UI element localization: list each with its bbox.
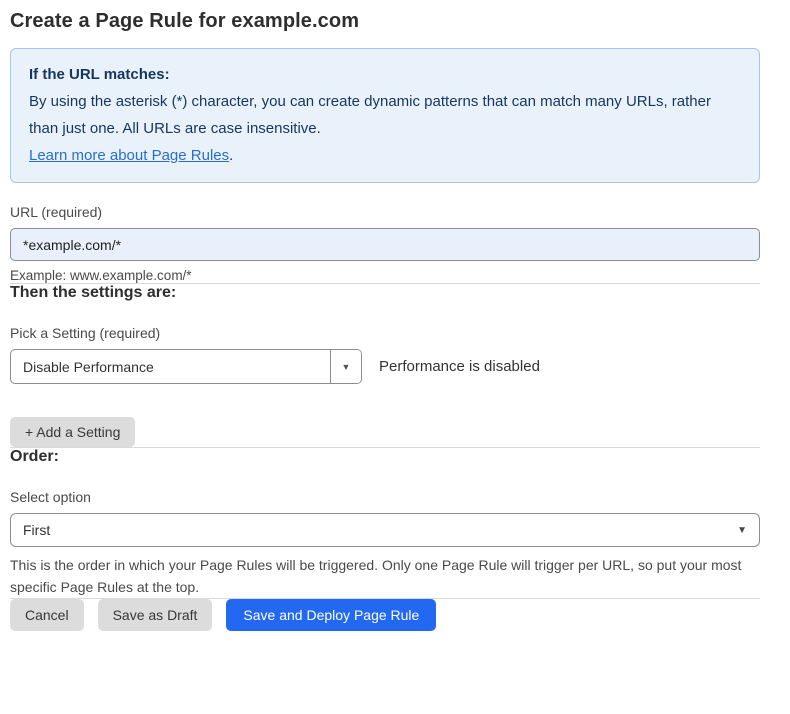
order-select-value: First [23, 522, 737, 538]
cancel-button[interactable]: Cancel [10, 599, 84, 631]
footer-actions: Cancel Save as Draft Save and Deploy Pag… [10, 599, 760, 631]
url-input[interactable] [10, 228, 760, 261]
order-select[interactable]: First ▼ [10, 513, 760, 547]
create-page-rule-form: Create a Page Rule for example.com If th… [10, 0, 760, 631]
url-example-helper: Example: www.example.com/* [10, 268, 760, 283]
info-box-body: By using the asterisk (*) character, you… [29, 88, 741, 142]
chevron-down-icon[interactable]: ▼ [330, 350, 361, 383]
add-setting-button[interactable]: + Add a Setting [10, 417, 135, 447]
page-title: Create a Page Rule for example.com [10, 10, 760, 33]
order-select-label: Select option [10, 489, 760, 505]
save-draft-button[interactable]: Save as Draft [98, 599, 213, 631]
save-deploy-button[interactable]: Save and Deploy Page Rule [226, 599, 436, 631]
url-match-info-box: If the URL matches: By using the asteris… [10, 48, 760, 183]
order-section-heading: Order: [10, 448, 760, 466]
setting-row: Disable Performance ▼ Performance is dis… [10, 349, 760, 384]
link-suffix: . [229, 147, 233, 164]
info-box-heading: If the URL matches: [29, 61, 741, 88]
chevron-down-icon: ▼ [737, 525, 747, 536]
settings-section-heading: Then the settings are: [10, 284, 760, 302]
info-box-link-line: Learn more about Page Rules. [29, 142, 741, 169]
learn-more-link[interactable]: Learn more about Page Rules [29, 147, 229, 164]
setting-select[interactable]: Disable Performance ▼ [10, 349, 362, 384]
url-label: URL (required) [10, 204, 760, 220]
pick-setting-label: Pick a Setting (required) [10, 325, 760, 341]
order-helper-text: This is the order in which your Page Rul… [10, 554, 760, 598]
setting-select-value: Disable Performance [11, 359, 330, 375]
setting-status-text: Performance is disabled [379, 358, 540, 375]
